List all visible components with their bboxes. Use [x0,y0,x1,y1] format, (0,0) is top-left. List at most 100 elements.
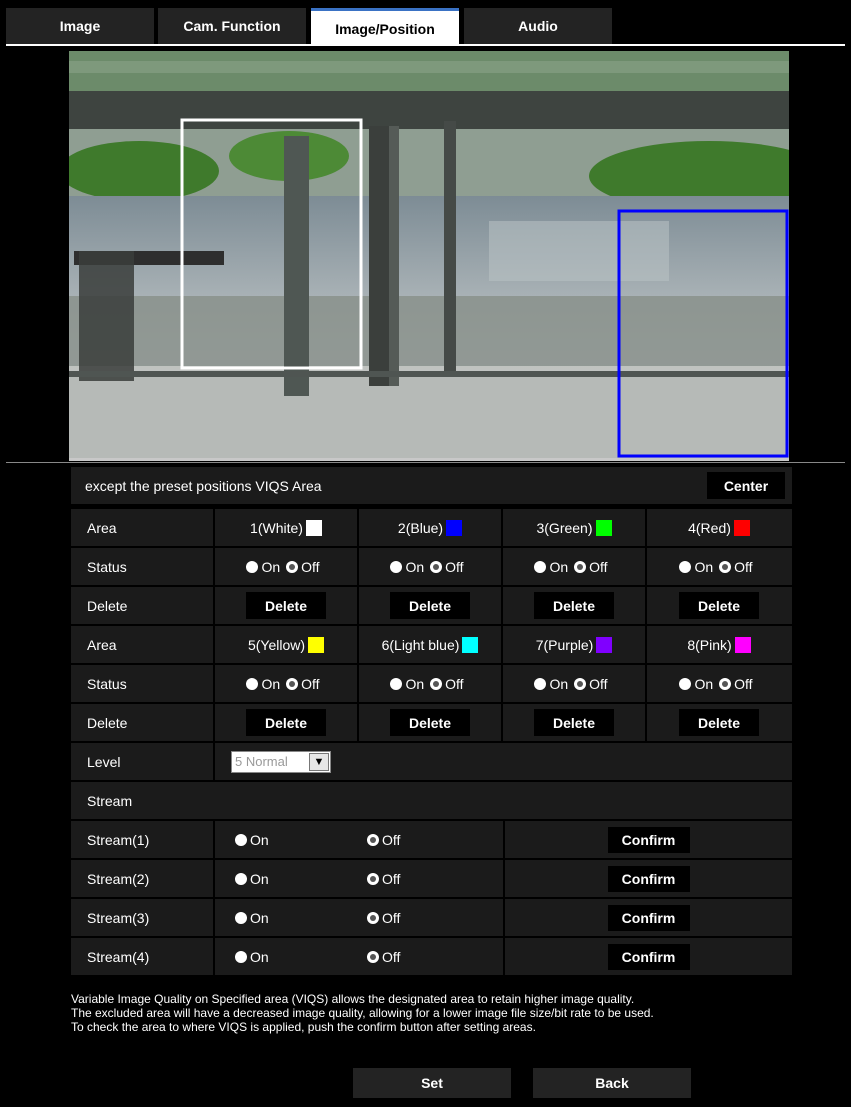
stream-row-2: Stream(2) On Off Confirm [71,860,792,897]
divider [6,462,845,463]
blue-swatch [446,519,463,536]
area-8-off-radio[interactable] [719,677,732,690]
area-1-off-radio[interactable] [286,560,299,573]
stream-4-on-radio[interactable] [235,950,247,963]
status-row-2: Status On Off On Off On Off On Off [71,665,792,702]
area-8-on-radio[interactable] [679,677,692,690]
tab-underline [6,44,845,46]
area-2-on-radio[interactable] [390,560,403,573]
stream-header-row: Stream [71,782,792,819]
area-2-name: 2(Blue) [359,509,503,546]
white-swatch [305,519,322,536]
area-5-name: 5(Yellow) [215,626,359,663]
viqs-title: except the preset positions VIQS Area [85,477,322,494]
stream-1-off-radio[interactable] [367,833,379,846]
area-7-off-radio[interactable] [574,677,587,690]
camera-video-preview[interactable] [69,51,789,461]
pink-swatch [734,636,751,653]
viqs-description: Variable Image Quality on Specified area… [71,992,654,1034]
area-2-delete-button[interactable]: Delete [390,592,470,619]
stream-3-confirm-button[interactable]: Confirm [607,904,690,931]
area-8-delete-button[interactable]: Delete [679,709,759,736]
viqs-panel: except the preset positions VIQS Area Ce… [71,467,792,977]
area-1-delete-button[interactable]: Delete [246,592,326,619]
area-3-name: 3(Green) [503,509,647,546]
chevron-down-icon: ▼ [309,752,329,771]
stream-row-4: Stream(4) On Off Confirm [71,938,792,975]
stream-2-on-radio[interactable] [235,872,247,885]
back-button[interactable]: Back [533,1068,691,1098]
area-3-delete-button[interactable]: Delete [534,592,614,619]
stream-1-on-radio[interactable] [235,833,247,846]
stream-row-1: Stream(1) On Off Confirm [71,821,792,858]
level-row: Level 5 Normal ▼ [71,743,792,780]
stream-2-label: Stream(2) [71,860,215,897]
tab-bar: Image Cam. Function Image/Position Audio [6,8,845,46]
area-4-delete-button[interactable]: Delete [679,592,759,619]
stream-1-confirm-button[interactable]: Confirm [607,826,690,853]
area-label: Area [71,509,215,546]
stream-4-confirm-button[interactable]: Confirm [607,943,690,970]
set-button[interactable]: Set [353,1068,511,1098]
area-7-delete-button[interactable]: Delete [534,709,614,736]
status-label: Status [71,548,215,585]
area-1-on-radio[interactable] [246,560,259,573]
area-4-name: 4(Red) [647,509,791,546]
stream-row-3: Stream(3) On Off Confirm [71,899,792,936]
stream-header: Stream [87,792,133,809]
area-row-2: Area 5(Yellow) 6(Light blue) 7(Purple) 8… [71,626,792,663]
area-4-off-radio[interactable] [719,560,732,573]
level-select[interactable]: 5 Normal ▼ [231,750,331,773]
tab-audio[interactable]: Audio [464,8,612,44]
area-7-on-radio[interactable] [534,677,547,690]
viqs-header: except the preset positions VIQS Area Ce… [71,467,792,504]
area-3-on-radio[interactable] [534,560,547,573]
area-6-delete-button[interactable]: Delete [390,709,470,736]
area-row-1: Area 1(White) 2(Blue) 3(Green) 4(Red) [71,509,792,546]
area-4-status: On Off [647,548,791,585]
area-label: Area [71,626,215,663]
tab-image-position[interactable]: Image/Position [311,8,459,44]
green-swatch [595,519,612,536]
area-5-on-radio[interactable] [246,677,259,690]
area-8-name: 8(Pink) [647,626,791,663]
area-7-name: 7(Purple) [503,626,647,663]
level-label: Level [71,743,215,780]
area-2-off-radio[interactable] [430,560,443,573]
center-button[interactable]: Center [707,472,785,499]
delete-label: Delete [71,587,215,624]
tab-image[interactable]: Image [6,8,154,44]
stream-2-off-radio[interactable] [367,872,379,885]
stream-4-off-radio[interactable] [367,950,379,963]
area-3-status: On Off [503,548,647,585]
area-2-status: On Off [359,548,503,585]
area-5-off-radio[interactable] [286,677,299,690]
area-8-status: On Off [647,665,791,702]
delete-row-2: Delete Delete Delete Delete Delete [71,704,792,741]
area-1-status: On Off [215,548,359,585]
area-6-on-radio[interactable] [390,677,403,690]
delete-row-1: Delete Delete Delete Delete Delete [71,587,792,624]
tab-cam-function[interactable]: Cam. Function [158,8,306,44]
status-row-1: Status On Off On Off On Off On Off [71,548,792,585]
area-6-status: On Off [359,665,503,702]
yellow-swatch [308,636,325,653]
area-3-off-radio[interactable] [574,560,587,573]
light-blue-swatch [462,636,479,653]
stream-3-off-radio[interactable] [367,911,379,924]
stream-2-confirm-button[interactable]: Confirm [607,865,690,892]
delete-label: Delete [71,704,215,741]
area-5-delete-button[interactable]: Delete [246,709,326,736]
status-label: Status [71,665,215,702]
red-swatch [733,519,750,536]
purple-swatch [596,636,613,653]
area-1-name: 1(White) [215,509,359,546]
area-6-off-radio[interactable] [430,677,443,690]
area-5-status: On Off [215,665,359,702]
stream-1-label: Stream(1) [71,821,215,858]
stream-3-on-radio[interactable] [235,911,247,924]
area-7-status: On Off [503,665,647,702]
area-6-name: 6(Light blue) [359,626,503,663]
stream-4-label: Stream(4) [71,938,215,975]
area-4-on-radio[interactable] [679,560,692,573]
